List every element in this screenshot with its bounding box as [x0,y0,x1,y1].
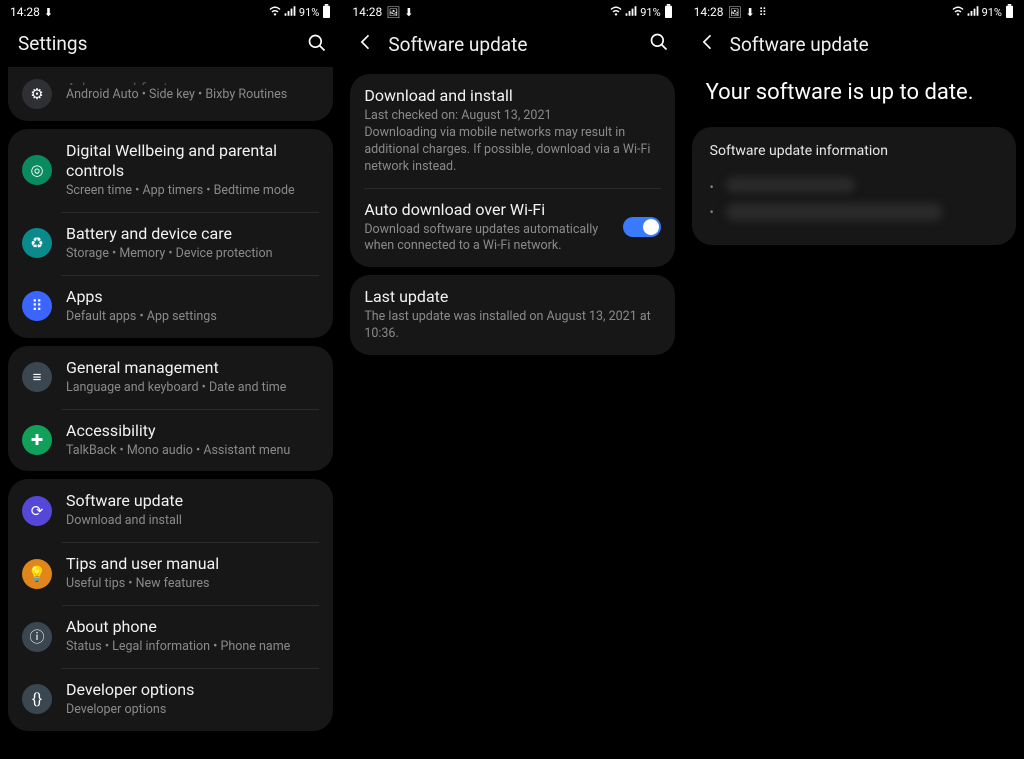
status-bar: 14:28 🖼 ⬇ ⠿ 91% [684,0,1024,22]
settings-item-sub: TalkBack • Mono audio • Assistant menu [66,443,319,460]
card-update-options: Download and installLast checked on: Aug… [350,74,674,267]
settings-item[interactable]: ◎ Digital Wellbeing and parental controls… [8,129,333,212]
signal-icon [967,6,979,18]
settings-item-title: General management [66,358,319,378]
settings-group: ≡ General management Language and keyboard… [8,346,333,472]
signal-icon [625,6,637,18]
uptodate-message: Your software is up to date. [684,66,1024,121]
redacted-line [726,177,856,193]
list-item[interactable]: Download and installLast checked on: Aug… [350,74,674,188]
battery-icon [664,4,673,20]
search-icon[interactable] [307,33,327,57]
battery-text: 91% [982,6,1002,19]
battery-icon [322,4,331,20]
panel-settings: 14:28 ⬇ 91% Settings ⚙ Advanced features A… [0,0,341,759]
settings-item-icon: ⠿ [22,291,52,321]
card-last-update: Last updateThe last update was installed… [350,275,674,355]
page-title: Software update [388,33,636,56]
download-icon: ⬇ [44,7,53,18]
settings-item-title: Tips and user manual [66,554,319,574]
list-item-sub: The last update was installed on August … [364,309,660,343]
settings-item-icon: ⓘ [22,622,52,652]
settings-item[interactable]: ⓘ About phone Status • Legal information •… [8,605,333,668]
panel-software-update: 14:28 🖼 ⬇ 91% Software update Download a… [341,0,682,759]
status-bar: 14:28 🖼 ⬇ 91% [342,0,682,22]
settings-item-title: Advanced features [66,79,319,85]
settings-item-title: Accessibility [66,421,319,441]
gallery-icon: 🖼 [386,7,400,18]
wifi-icon [952,6,964,18]
settings-item-icon: ⟳ [22,496,52,526]
battery-icon [1005,4,1014,20]
page-title: Software update [730,33,1010,56]
list-item-sub: Download software updates automatically … [364,222,608,256]
settings-item-sub: Developer options [66,702,319,719]
settings-item[interactable]: ≡ General management Language and keyboard… [8,346,333,409]
list-item-title: Auto download over Wi-Fi [364,200,608,220]
list-item-sub: Last checked on: August 13, 2021 Downloa… [364,108,660,176]
settings-item-title: Digital Wellbeing and parental controls [66,141,319,181]
settings-item-title: Apps [66,287,319,307]
settings-item-sub: Language and keyboard • Date and time [66,380,319,397]
list-item[interactable]: Last updateThe last update was installed… [350,275,674,355]
settings-item-icon: ⚙ [22,79,52,109]
settings-item[interactable]: ⠿ Apps Default apps • App settings [8,275,333,338]
settings-item-sub: Storage • Memory • Device protection [66,246,319,263]
download-icon: ⬇ [404,7,413,18]
settings-item-sub: Screen time • App timers • Bedtime mode [66,183,319,200]
back-icon[interactable] [356,32,376,56]
list-item[interactable]: Auto download over Wi-FiDownload softwar… [350,188,674,268]
settings-item-sub: Download and install [66,513,319,530]
header: Software update [342,22,682,66]
settings-group: ⟳ Software update Download and install 💡 Tip… [8,479,333,731]
battery-text: 91% [640,6,660,19]
card-software-update-info: Software update information • • [692,127,1016,245]
status-time: 14:28 [352,5,382,19]
status-time: 14:28 [10,5,40,19]
settings-item[interactable]: ⚙ Advanced features Android Auto • Side ke… [8,67,333,121]
toggle-switch[interactable] [623,217,661,237]
settings-item-icon: ♻ [22,228,52,258]
settings-item-icon: ✚ [22,425,52,455]
header: Settings [0,22,341,67]
page-title: Settings [14,32,295,57]
settings-item-icon: {} [22,684,52,714]
settings-item-icon: 💡 [22,559,52,589]
settings-item[interactable]: 💡 Tips and user manual Useful tips • New f… [8,542,333,605]
settings-item-sub: Default apps • App settings [66,309,319,326]
redacted-line [726,203,942,221]
settings-item-sub: Android Auto • Side key • Bixby Routines [66,87,319,104]
wifi-icon [610,6,622,18]
signal-icon [284,6,296,18]
settings-item-title: Developer options [66,680,319,700]
panel-up-to-date: 14:28 🖼 ⬇ ⠿ 91% Software update Your sof… [683,0,1024,759]
gallery-icon: 🖼 [728,7,742,18]
back-icon[interactable] [698,32,718,56]
settings-item-title: Battery and device care [66,224,319,244]
header: Software update [684,22,1024,66]
settings-item[interactable]: {} Developer options Developer options [8,668,333,731]
settings-group: ◎ Digital Wellbeing and parental controls… [8,129,333,338]
settings-item[interactable]: ♻ Battery and device care Storage • Memory… [8,212,333,275]
download-icon: ⬇ [746,7,755,18]
info-header: Software update information [710,143,998,159]
settings-item-sub: Status • Legal information • Phone name [66,639,319,656]
battery-text: 91% [299,6,319,19]
status-bar: 14:28 ⬇ 91% [0,0,341,22]
settings-item-sub: Useful tips • New features [66,576,319,593]
settings-item-icon: ≡ [22,362,52,392]
settings-item[interactable]: ⟳ Software update Download and install [8,479,333,542]
settings-item-title: About phone [66,617,319,637]
settings-item-icon: ◎ [22,155,52,185]
list-item-title: Last update [364,287,660,307]
list-item-title: Download and install [364,86,660,106]
settings-item[interactable]: ✚ Accessibility TalkBack • Mono audio • As… [8,409,333,472]
status-time: 14:28 [694,5,724,19]
search-icon[interactable] [649,32,669,56]
apps-icon: ⠿ [759,7,767,18]
settings-group: ⚙ Advanced features Android Auto • Side ke… [8,67,333,121]
settings-item-title: Software update [66,491,319,511]
wifi-icon [269,6,281,18]
